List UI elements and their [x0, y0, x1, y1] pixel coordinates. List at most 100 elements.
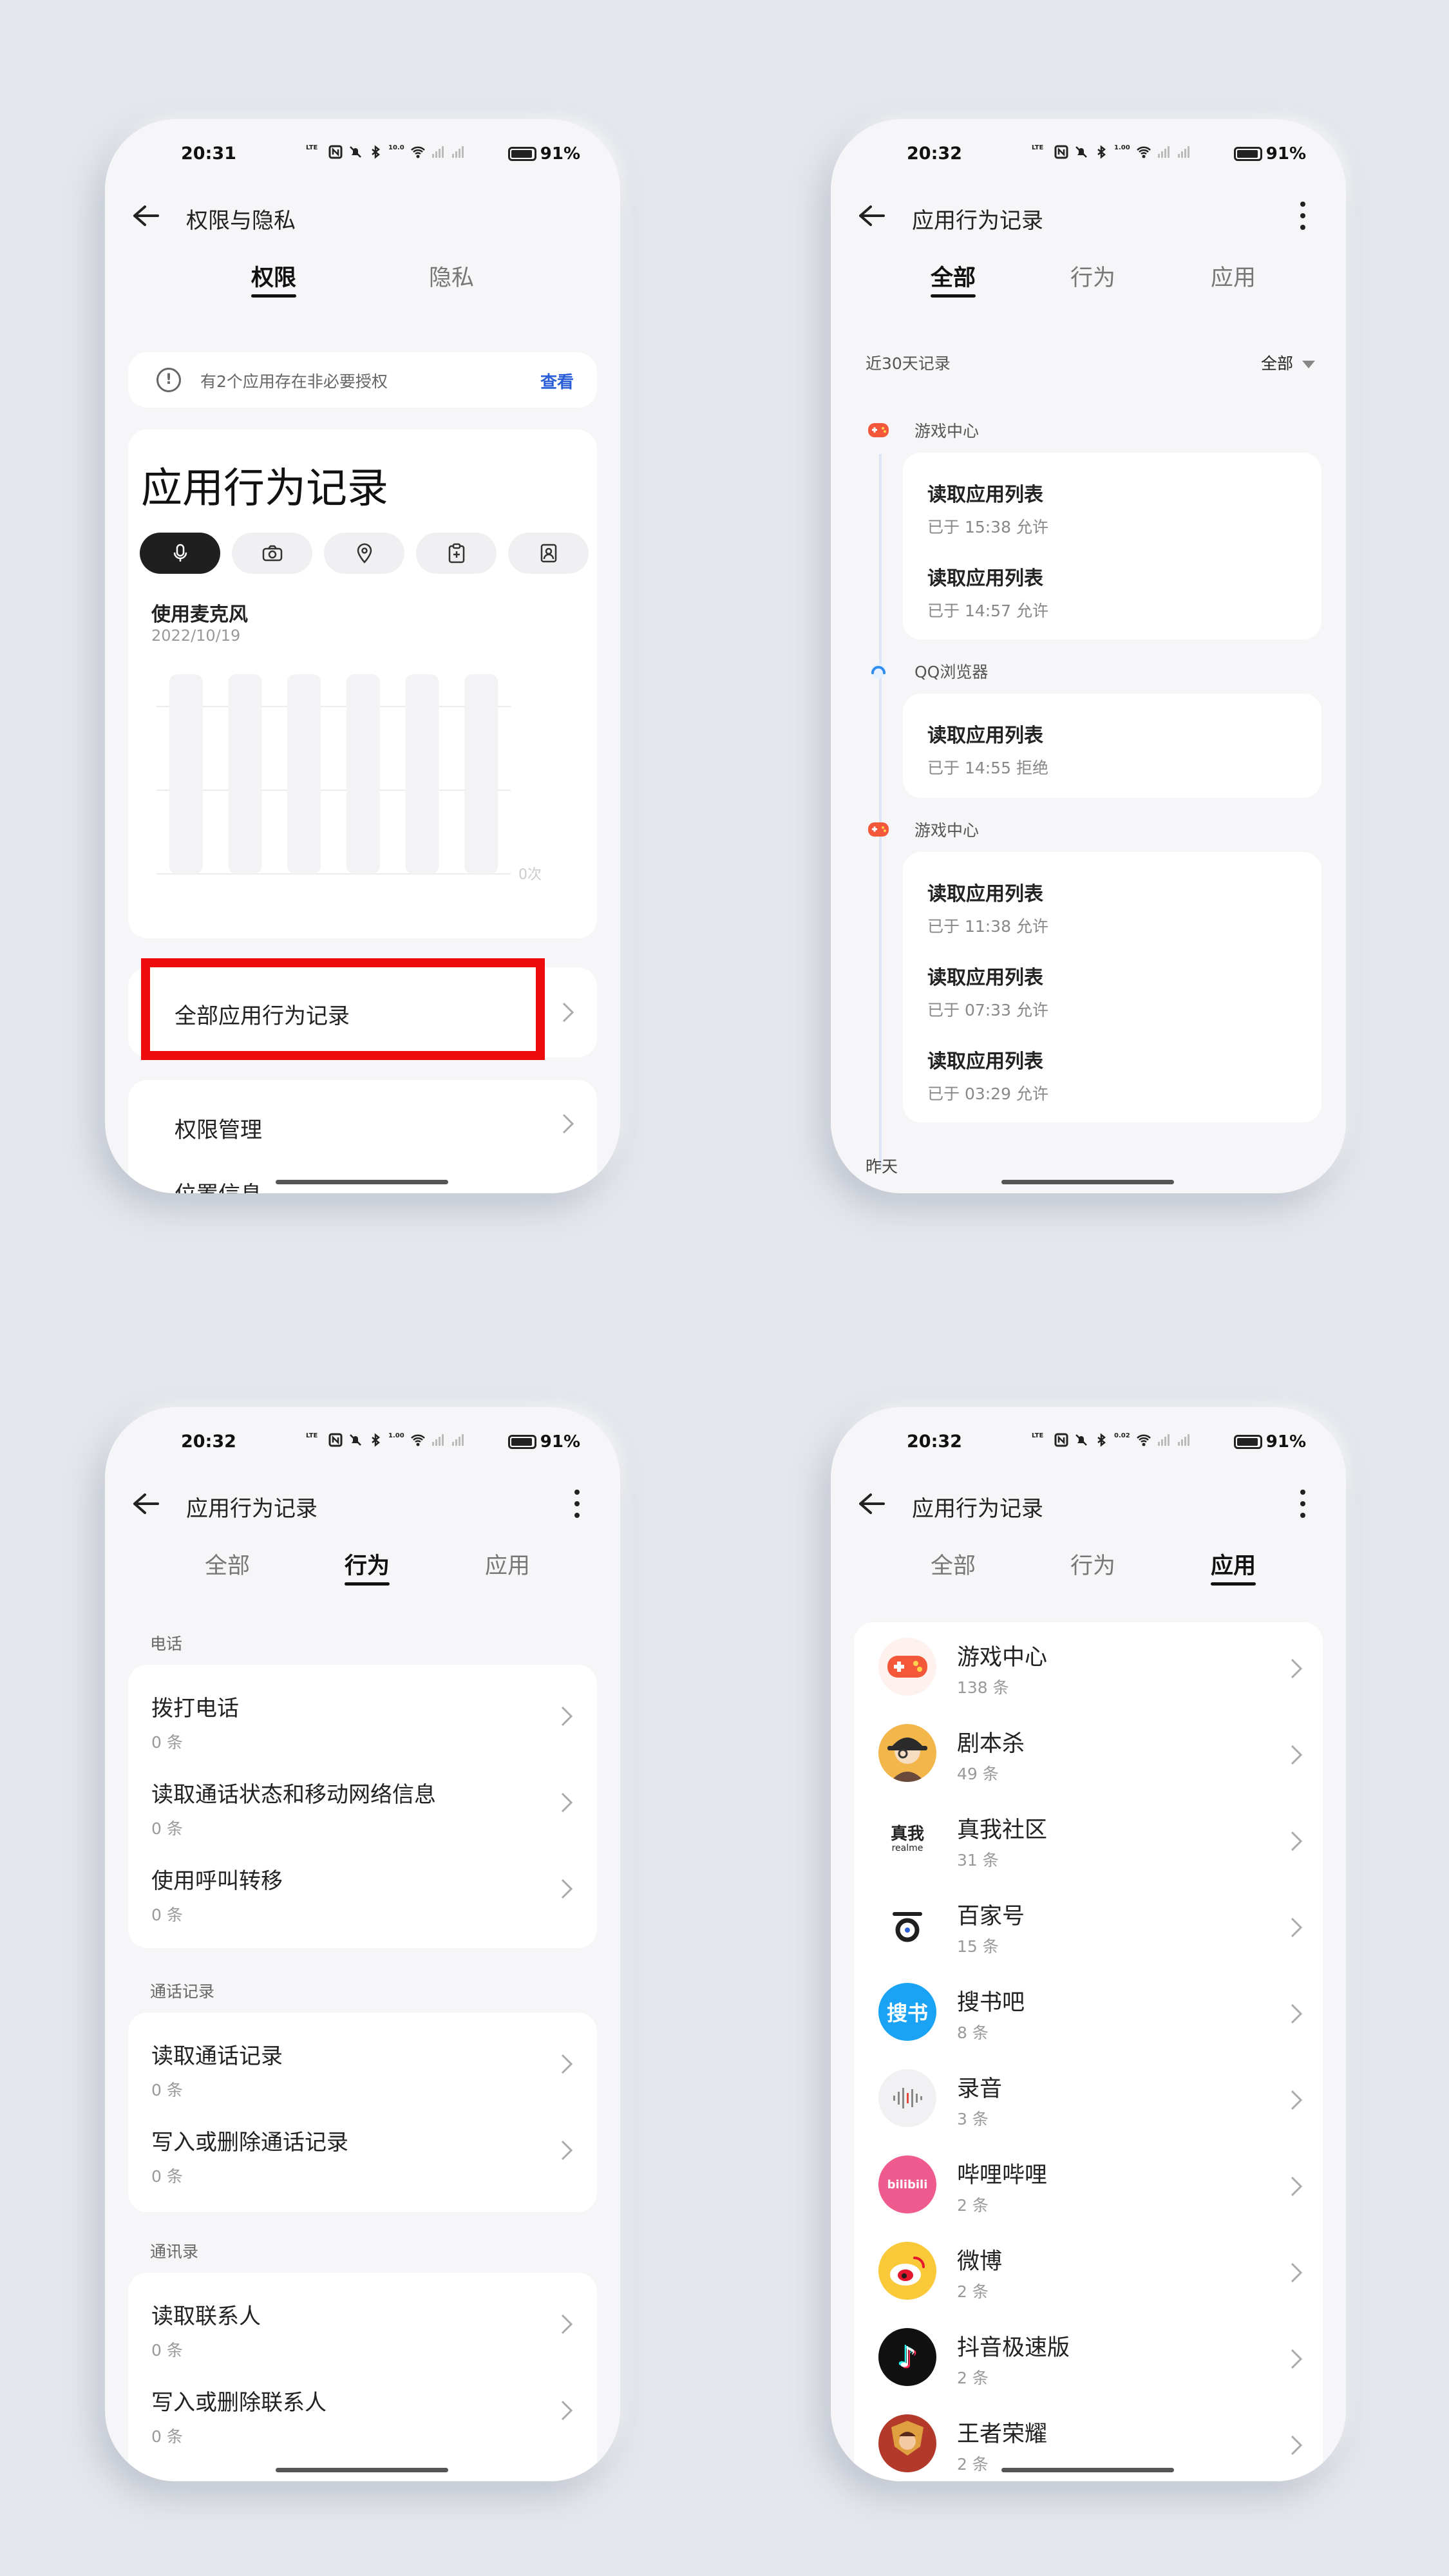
- permission-management-row[interactable]: 权限管理: [175, 1112, 262, 1144]
- header: 应用行为记录: [105, 1484, 620, 1523]
- app-count: 2 条: [957, 2282, 989, 2301]
- behavior-row[interactable]: 读取联系人 0 条: [151, 2298, 597, 2361]
- camera-pill[interactable]: [232, 533, 312, 574]
- view-link[interactable]: 查看: [540, 369, 574, 393]
- behavior-row[interactable]: 读取通话状态和移动网络信息 0 条: [151, 1777, 597, 1839]
- record-entry[interactable]: 读取应用列表 已于 11:38 允许: [927, 878, 1048, 937]
- tab-privacy[interactable]: 隐私: [406, 260, 497, 292]
- behavior-row[interactable]: 使用呼叫转移 0 条: [151, 1863, 597, 1926]
- more-options-icon[interactable]: [1300, 1490, 1306, 1518]
- behavior-count: 0 条: [151, 2341, 183, 2360]
- tab-all[interactable]: 全部: [908, 260, 998, 298]
- status-icons: LTE 1.00: [1032, 145, 1191, 159]
- realme-community-icon: 真我 realme: [878, 1810, 936, 1868]
- location-pill[interactable]: [324, 533, 404, 574]
- record-entry[interactable]: 读取应用列表 已于 07:33 允许: [927, 961, 1048, 1021]
- record-entry[interactable]: 读取应用列表 已于 14:55 拒绝: [927, 719, 1048, 779]
- tab-behavior[interactable]: 行为: [1048, 1548, 1138, 1580]
- recorder-icon: [878, 2069, 936, 2127]
- chevron-right-icon: [1291, 2090, 1303, 2110]
- chevron-right-icon: [561, 2400, 573, 2421]
- permission-management-card: 权限管理 位置信息: [128, 1080, 597, 1193]
- record-entry[interactable]: 读取应用列表 已于 03:29 允许: [927, 1045, 1048, 1104]
- chevron-right-icon: [561, 1879, 573, 1899]
- behavior-row[interactable]: 读取通话记录 0 条: [151, 2038, 597, 2101]
- chart-bar-track: [346, 674, 380, 874]
- more-options-icon[interactable]: [1300, 202, 1306, 230]
- record-entry[interactable]: 读取应用列表 已于 15:38 允许: [927, 478, 1048, 538]
- baijiahao-icon: [878, 1897, 936, 1955]
- location-info-row[interactable]: 位置信息: [175, 1177, 262, 1193]
- permission-filter-pills: [140, 533, 589, 574]
- home-indicator[interactable]: [1001, 2468, 1174, 2472]
- chevron-right-icon: [1291, 2003, 1303, 2024]
- chevron-right-icon: [1291, 2349, 1303, 2369]
- phone-behavior-tab: 20:32 LTE 1.00 91% 应用行为记录 全部 行为 应用 电话 拨打…: [105, 1407, 620, 2481]
- home-indicator[interactable]: [1001, 1180, 1174, 1184]
- tab-apps[interactable]: 应用: [1188, 1548, 1278, 1586]
- battery-icon: [1233, 1435, 1262, 1449]
- tab-all[interactable]: 全部: [182, 1548, 272, 1580]
- filter-dropdown[interactable]: 全部: [1261, 351, 1315, 374]
- app-name: 游戏中心: [957, 1645, 1048, 1671]
- app-name: 微博: [957, 2249, 1003, 2275]
- back-arrow-icon[interactable]: [132, 1492, 159, 1515]
- behavior-row[interactable]: 写入或删除通话记录 0 条: [151, 2125, 597, 2187]
- back-arrow-icon[interactable]: [132, 204, 159, 227]
- record-entry[interactable]: 读取应用列表 已于 14:57 允许: [927, 562, 1048, 621]
- more-options-icon[interactable]: [574, 1490, 580, 1518]
- app-count: 49 条: [957, 1765, 999, 1783]
- douyin-lite-icon: ♪: [878, 2328, 936, 2386]
- behavior-row[interactable]: 拨打电话 0 条: [151, 1690, 597, 1753]
- status-bar: 20:32 LTE 0.02 91%: [831, 1428, 1346, 1454]
- tab-apps[interactable]: 应用: [1188, 260, 1278, 292]
- header: 应用行为记录: [831, 196, 1346, 235]
- home-indicator[interactable]: [276, 2468, 448, 2472]
- header: 权限与隐私: [105, 196, 620, 235]
- app-row[interactable]: 剧本杀 49 条: [854, 1709, 1323, 1795]
- bilibili-icon-text: bilibili: [887, 2177, 928, 2192]
- contacts-pill[interactable]: [508, 533, 589, 574]
- tab-apps[interactable]: 应用: [462, 1548, 553, 1580]
- record-detail: 已于 03:29 允许: [927, 1084, 1048, 1103]
- tab-behavior[interactable]: 行为: [1048, 260, 1138, 292]
- unnecessary-permission-notice: ! 有2个应用存在非必要授权 查看: [128, 352, 597, 408]
- behavior-row[interactable]: 写入或删除联系人 0 条: [151, 2385, 597, 2447]
- phone-apps-tab: 20:32 LTE 0.02 91% 应用行为记录 全部 行为 应用 游戏中心 …: [831, 1407, 1346, 2481]
- section-title-call-log: 通话记录: [150, 1982, 215, 2001]
- lte-icon: LTE: [306, 144, 318, 151]
- signal-icon: [432, 1434, 444, 1446]
- app-row[interactable]: bilibili 哔哩哔哩 2 条: [854, 2140, 1323, 2226]
- app-row[interactable]: 真我 realme 真我社区 31 条: [854, 1795, 1323, 1881]
- back-arrow-icon[interactable]: [858, 204, 885, 227]
- app-row[interactable]: 搜书 搜书吧 8 条: [854, 1967, 1323, 2054]
- battery-icon: [507, 147, 536, 161]
- timeline-line: [879, 454, 882, 1169]
- game-center-icon: [868, 423, 889, 437]
- signal-icon: [1158, 146, 1170, 158]
- clipboard-pill[interactable]: [416, 533, 497, 574]
- group-app-name: 游戏中心: [914, 422, 980, 440]
- section-card-contacts: 读取联系人 0 条 写入或删除联系人 0 条: [128, 2273, 597, 2481]
- app-row[interactable]: 录音 3 条: [854, 2054, 1323, 2140]
- app-row[interactable]: 游戏中心 138 条: [854, 1622, 1323, 1709]
- signal-icon-2: [1178, 1434, 1189, 1446]
- net-speed: 10.0: [388, 144, 404, 151]
- app-list: 游戏中心 138 条 剧本杀 49 条 真我 realme 真我社区 31 条: [854, 1622, 1323, 2481]
- chart-bar-track: [287, 674, 321, 874]
- microphone-pill[interactable]: [140, 533, 220, 574]
- clipboard-icon: [448, 543, 464, 564]
- tab-behavior[interactable]: 行为: [322, 1548, 412, 1586]
- app-row[interactable]: 百家号 15 条: [854, 1881, 1323, 1967]
- back-arrow-icon[interactable]: [858, 1492, 885, 1515]
- home-indicator[interactable]: [276, 1180, 448, 1184]
- chevron-right-icon: [1291, 2435, 1303, 2456]
- app-row[interactable]: 微博 2 条: [854, 2226, 1323, 2313]
- tab-all[interactable]: 全部: [908, 1548, 998, 1580]
- record-detail: 已于 15:38 允许: [927, 518, 1048, 536]
- tab-permissions[interactable]: 权限: [229, 260, 319, 298]
- app-row[interactable]: ♪ 抖音极速版 2 条: [854, 2313, 1323, 2399]
- chevron-right-icon: [562, 1113, 574, 1134]
- behavior-label: 拨打电话: [151, 1696, 239, 1721]
- record-detail: 已于 11:38 允许: [927, 917, 1048, 936]
